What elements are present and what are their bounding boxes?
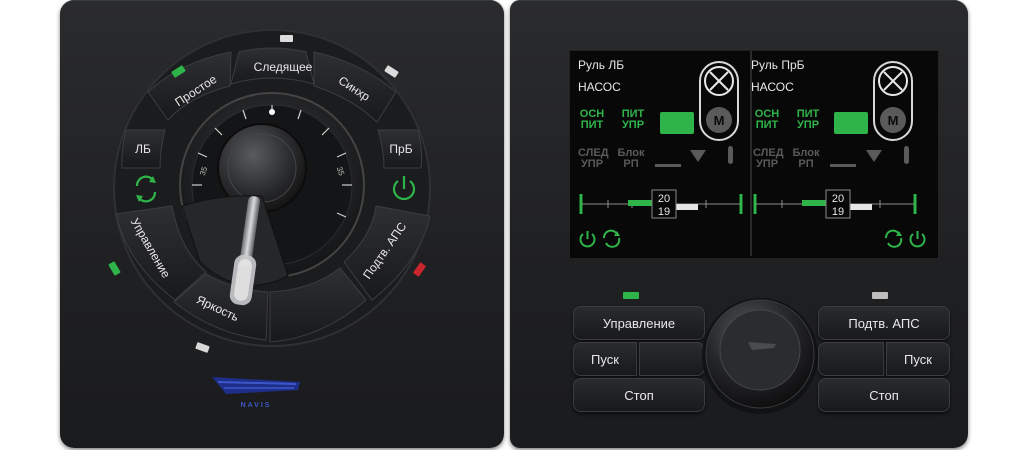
right-thermometer-icon (904, 146, 909, 164)
left-sync-icon (603, 229, 621, 248)
right-rudder-title: Руль ПрБ (751, 58, 805, 72)
left-rudder-bar-green-fill (628, 200, 654, 206)
confirm-aps-button[interactable]: Подтв. АПС (818, 306, 950, 340)
start-button-right[interactable]: Пуск (886, 342, 950, 376)
left-rudder-subtitle: НАСОС (578, 80, 621, 94)
left-rudder-bar-white-fill (676, 204, 698, 210)
start-button-left-label: Пуск (591, 351, 619, 367)
right-bar-top-value: 20 (832, 193, 844, 205)
right-rudder-bar-white-fill (850, 204, 872, 210)
right-sync-icon (885, 229, 903, 248)
stop-button-right-label: Стоп (869, 387, 899, 403)
left-motor-label: M (714, 113, 725, 128)
led-right-confirm-aps (872, 292, 888, 299)
left-power-icon (579, 231, 596, 248)
stop-button-right[interactable]: Стоп (818, 378, 950, 412)
right-control-power: ПИТ УПР (796, 108, 820, 131)
right-rudder-bar: 20 19 (753, 189, 917, 219)
blank-button-right[interactable] (818, 342, 884, 376)
right-power-icon (909, 231, 926, 248)
left-pump-switch: M (699, 61, 739, 141)
control-button-label: Управление (602, 315, 676, 331)
left-thermometer-icon (728, 146, 733, 164)
right-filter-icon (866, 150, 882, 162)
led-right-control (623, 292, 639, 299)
right-rudder-bar-green-fill (802, 200, 828, 206)
led-follow (280, 35, 293, 42)
confirm-aps-button-label: Подтв. АПС (848, 315, 920, 331)
label-left-side: ЛБ (135, 142, 151, 156)
left-block-rp: Блок РП (617, 147, 645, 170)
right-main-power: ОСН ПИТ (754, 108, 780, 131)
left-main-power: ОСН ПИТ (579, 108, 605, 131)
right-bar-bottom-value: 19 (832, 206, 844, 218)
start-button-right-label: Пуск (904, 351, 932, 367)
right-status-icons (885, 229, 926, 248)
right-oil-can-icon (830, 148, 856, 167)
label-follow: Следящее (254, 60, 313, 74)
left-rudder-bar: 20 19 (579, 189, 743, 219)
right-battery-icon (834, 112, 868, 134)
right-block-rp: Блок РП (792, 147, 820, 170)
left-follow-control: СЛЕД УПР (578, 147, 609, 170)
left-rudder-title: Руль ЛБ (578, 58, 625, 72)
dial-zero-marker (269, 109, 275, 115)
navis-logo: NAVIS (212, 377, 300, 409)
left-control-power: ПИТ УПР (621, 108, 645, 131)
left-oil-can-icon (655, 148, 681, 167)
left-battery-icon (660, 112, 694, 134)
control-button[interactable]: Управление (573, 306, 705, 340)
blank-button-left[interactable] (639, 342, 705, 376)
right-rudder-subtitle: НАСОС (751, 80, 794, 94)
right-console-knob[interactable] (700, 294, 820, 418)
left-bar-top-value: 20 (658, 193, 670, 205)
start-button-left[interactable]: Пуск (573, 342, 637, 376)
left-bar-bottom-value: 19 (658, 206, 670, 218)
left-filter-icon (690, 150, 706, 162)
stop-button-left-label: Стоп (624, 387, 654, 403)
label-right-side: ПрБ (389, 142, 412, 156)
navis-logo-text: NAVIS (241, 402, 272, 409)
right-motor-label: M (888, 113, 899, 128)
right-pump-switch: M (873, 61, 913, 141)
stop-button-left[interactable]: Стоп (573, 378, 705, 412)
left-status-icons (579, 229, 621, 248)
right-follow-control: СЛЕД УПР (753, 147, 784, 170)
